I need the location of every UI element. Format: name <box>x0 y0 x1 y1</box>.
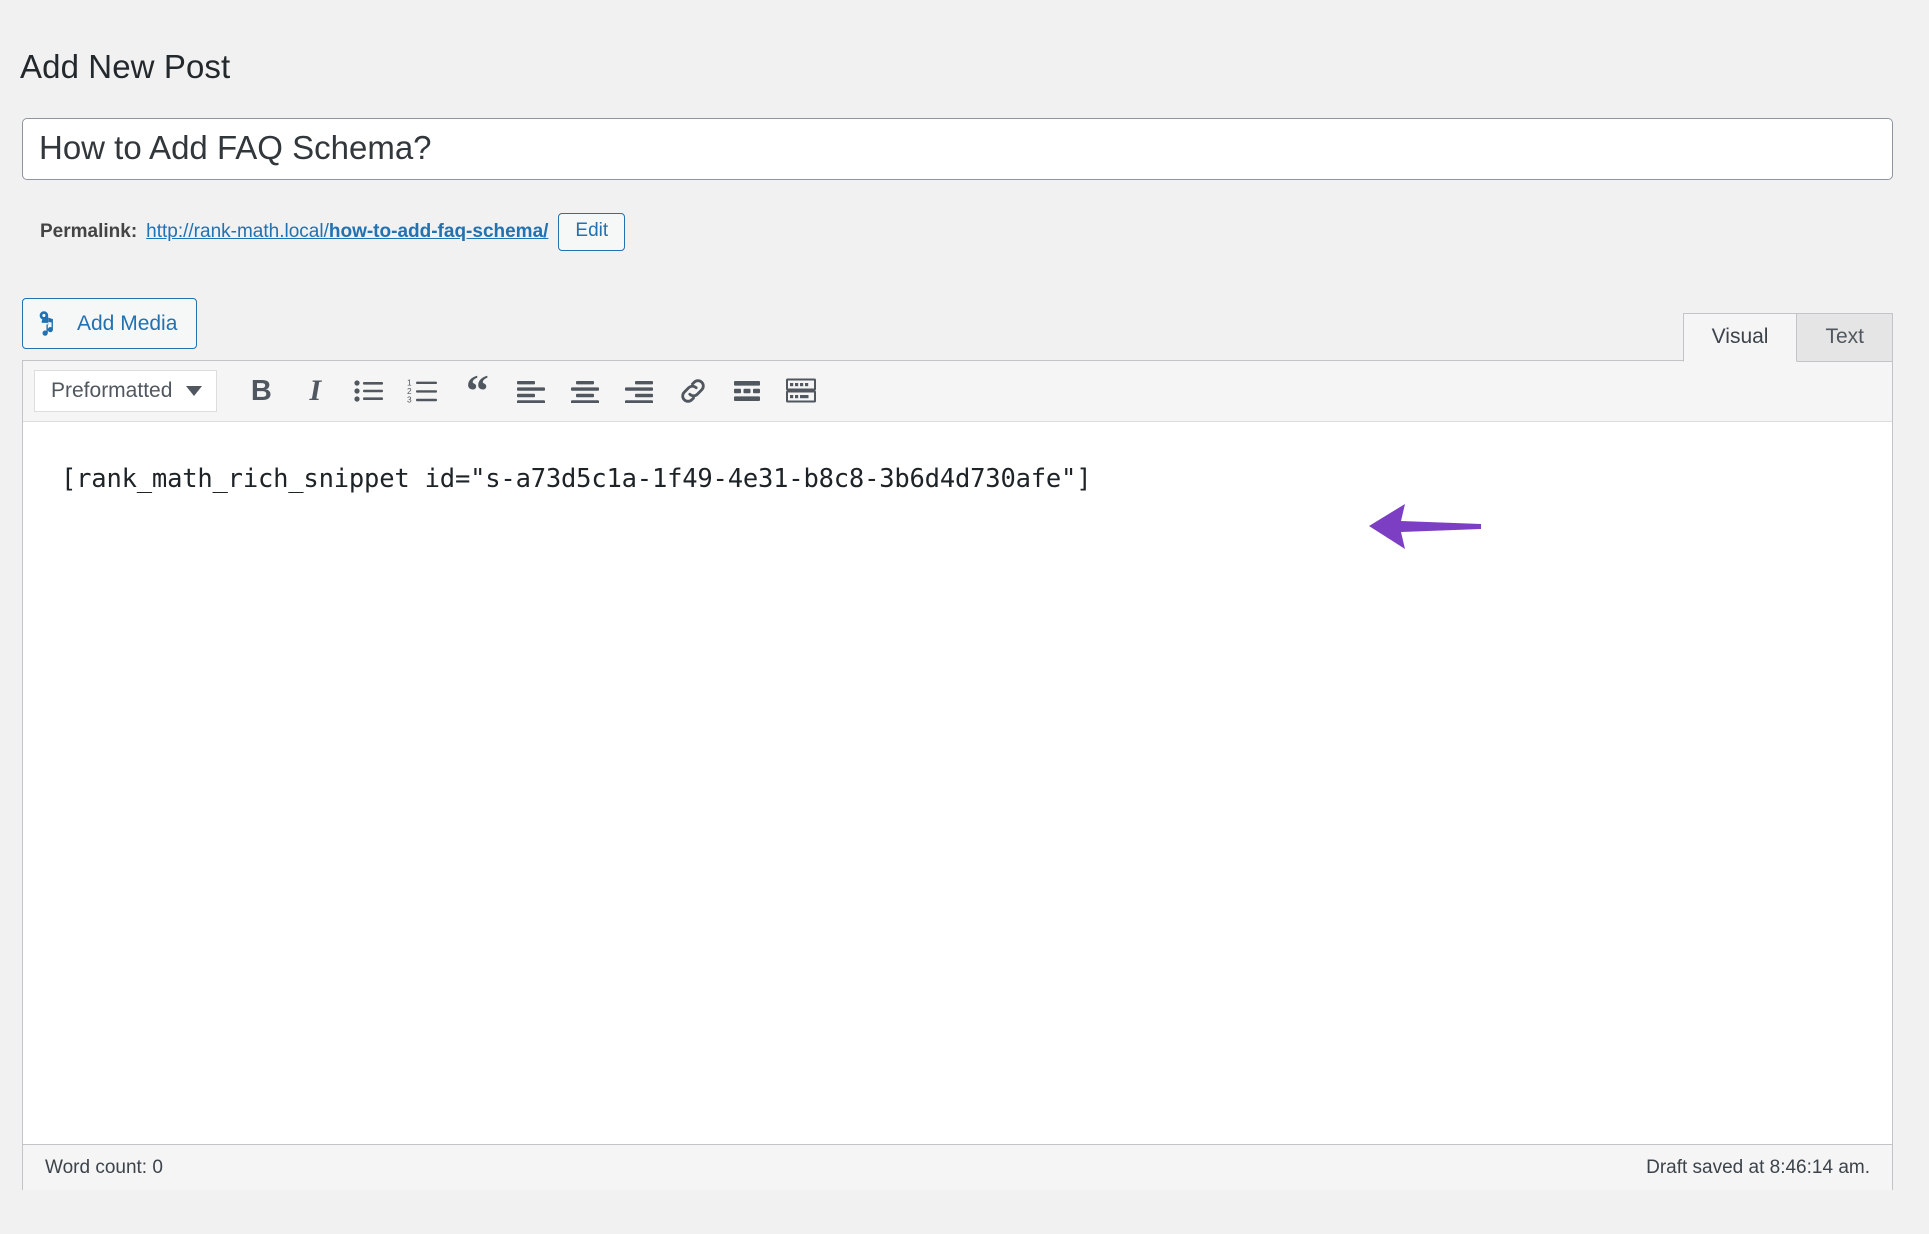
chevron-down-icon <box>186 386 203 396</box>
align-right-icon <box>624 379 654 403</box>
italic-icon: I <box>309 374 322 407</box>
permalink-base: http://rank-math.local/ <box>146 221 329 242</box>
permalink: Permalink: http://rank-math.local/how-to… <box>40 212 626 252</box>
tab-text[interactable]: Text <box>1796 313 1893 363</box>
keyboard-toolbar-toggle-icon <box>785 378 817 404</box>
editor-toolbar: Preformatted B I 1 2 3 “ <box>23 361 1892 422</box>
add-media-label: Add Media <box>77 311 178 335</box>
edit-permalink-button[interactable]: Edit <box>558 213 626 251</box>
media-camera-music-icon <box>38 309 66 337</box>
format-select-value: Preformatted <box>51 379 173 402</box>
shortcode-text: [rank_math_rich_snippet id="s-a73d5c1a-1… <box>61 464 1092 494</box>
bold-button[interactable]: B <box>235 367 287 415</box>
draft-saved-label: Draft saved at 8:46:14 am. <box>1646 1156 1870 1178</box>
read-more-icon <box>732 379 762 403</box>
ordered-list-icon: 1 2 3 <box>407 378 439 404</box>
read-more-button[interactable] <box>721 367 773 415</box>
editor-mode-tabs: Visual Text <box>1682 313 1893 363</box>
numbered-list-button[interactable]: 1 2 3 <box>397 367 449 415</box>
editor-content-area[interactable]: [rank_math_rich_snippet id="s-a73d5c1a-1… <box>23 422 1892 1144</box>
editor-status-bar: Word count: 0 Draft saved at 8:46:14 am. <box>23 1144 1892 1190</box>
svg-text:3: 3 <box>407 395 412 405</box>
align-left-icon <box>516 379 546 403</box>
add-media-button[interactable]: Add Media <box>22 298 198 349</box>
permalink-slug: how-to-add-faq-schema/ <box>328 221 549 242</box>
toolbar-toggle-button[interactable] <box>775 367 827 415</box>
permalink-link[interactable]: http://rank-math.local/how-to-add-faq-sc… <box>146 221 548 243</box>
blockquote-button[interactable]: “ <box>451 367 503 415</box>
unordered-list-icon <box>354 379 384 403</box>
align-right-button[interactable] <box>613 367 665 415</box>
post-title-field-wrapper[interactable] <box>22 118 1893 180</box>
link-icon <box>677 375 709 407</box>
editor-frame: Preformatted B I 1 2 3 “ [rank_math_rich… <box>22 360 1893 1190</box>
page-title: Add New Post <box>20 48 231 86</box>
tab-visual[interactable]: Visual <box>1682 313 1798 363</box>
bullet-list-button[interactable] <box>343 367 395 415</box>
insert-link-button[interactable] <box>667 367 719 415</box>
post-title-input[interactable] <box>23 119 1892 179</box>
align-center-button[interactable] <box>559 367 611 415</box>
italic-button[interactable]: I <box>289 367 341 415</box>
align-left-button[interactable] <box>505 367 557 415</box>
paragraph-format-select[interactable]: Preformatted <box>34 370 218 412</box>
word-count-label: Word count: 0 <box>45 1156 163 1178</box>
permalink-label: Permalink: <box>40 221 138 242</box>
quote-icon: “ <box>465 365 489 417</box>
bold-icon: B <box>250 374 272 407</box>
align-center-icon <box>570 379 600 403</box>
